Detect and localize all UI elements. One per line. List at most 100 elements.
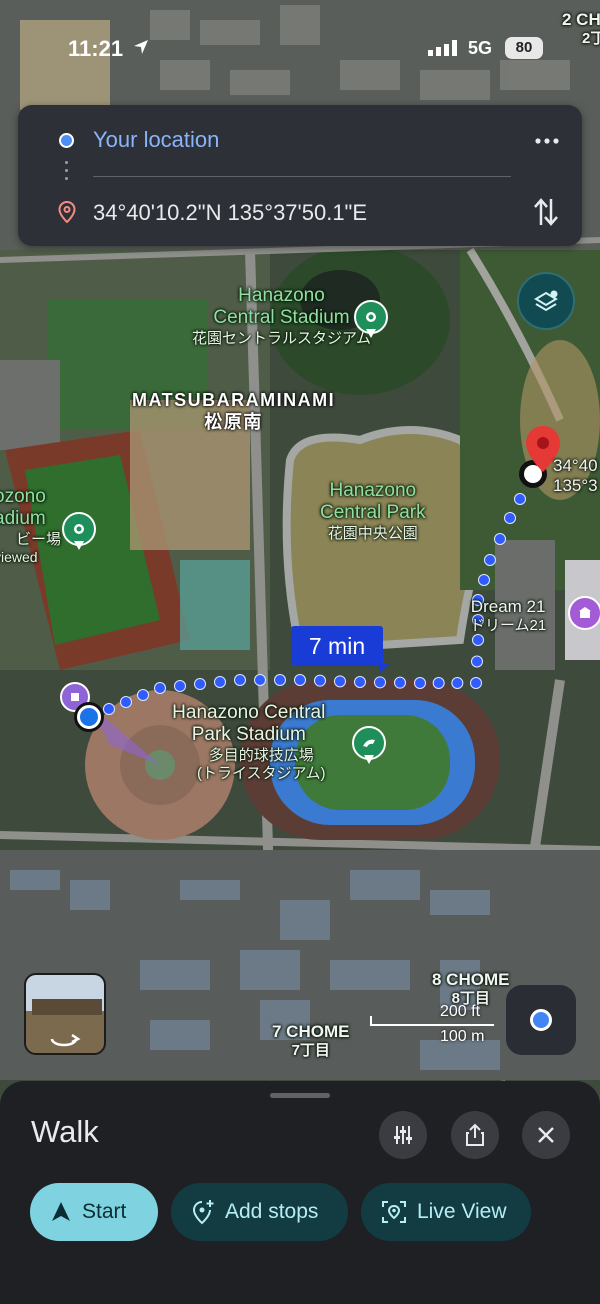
place-label-park-stadium[interactable]: Hanazono Central Park Stadium 多目的球技広場 (ト… — [172, 702, 326, 782]
route-dot — [354, 676, 366, 688]
map-scale: 200 ft 100 m — [370, 1000, 500, 1050]
origin-dot-icon — [59, 133, 74, 148]
route-dot — [471, 655, 483, 668]
route-dot — [274, 674, 286, 686]
place-name-jp: 花園セントラルスタジアム — [192, 329, 371, 347]
place-name-en: Dream 21 — [470, 597, 546, 616]
divider — [93, 176, 511, 177]
place-note-viewed: viewed — [0, 548, 38, 565]
route-dot — [394, 676, 406, 689]
layers-icon — [534, 290, 558, 312]
dest-lat: 34°40 — [553, 456, 598, 475]
close-icon — [538, 1127, 554, 1143]
live-view-icon — [382, 1201, 406, 1223]
place-name-en: Hanazono Central Park Stadium — [172, 702, 326, 746]
add-stops-button[interactable]: Add stops — [171, 1183, 348, 1241]
add-location-icon — [192, 1200, 214, 1225]
live-view-button[interactable]: Live View — [361, 1183, 531, 1241]
destination-field[interactable]: 34°40'10.2"N 135°37'50.1"E — [93, 200, 367, 226]
route-dot — [414, 677, 426, 689]
route-dot — [432, 677, 445, 689]
place-label-dream21[interactable]: Dream 21 ドリーム21 — [470, 597, 546, 635]
battery-level: 80 — [505, 37, 543, 59]
dest-lng: 135°3 — [553, 476, 598, 496]
route-dot — [154, 682, 166, 694]
travel-mode-title: Walk — [31, 1114, 99, 1149]
tune-icon — [394, 1126, 412, 1144]
district-label: MATSUBARAMINAMI 松原南 — [132, 390, 335, 433]
area-name-en: 8 CHOME — [432, 970, 510, 989]
place-name-jp: ドリーム21 — [470, 617, 547, 635]
place-label-rugby-stadium[interactable]: ozono adium ビー場 viewed — [0, 486, 61, 565]
route-dot — [103, 703, 115, 715]
route-dot — [470, 677, 482, 689]
route-dot — [514, 493, 526, 505]
route-dot — [137, 689, 149, 701]
start-label: Start — [82, 1200, 127, 1223]
place-label-central-stadium[interactable]: Hanazono Central Stadium 花園セントラルスタジアム — [192, 285, 371, 348]
current-location-dot — [77, 705, 101, 729]
destination-coords-label: 34°40 135°3 — [553, 456, 598, 496]
close-button[interactable] — [522, 1111, 570, 1159]
place-name-jp: 花園中央公園 — [327, 524, 418, 542]
status-bar: 11:21 5G 80 — [0, 0, 600, 90]
street-view-thumbnail[interactable] — [24, 973, 106, 1055]
signal-icon — [428, 40, 457, 56]
stadium-pin-icon[interactable] — [354, 300, 388, 338]
district-name-jp: 松原南 — [204, 411, 263, 432]
scale-meters: 100 m — [440, 1028, 485, 1045]
route-dot — [374, 676, 386, 689]
museum-pin-icon[interactable] — [568, 596, 600, 634]
my-location-button[interactable] — [506, 985, 576, 1055]
start-button[interactable]: Start — [30, 1183, 158, 1241]
route-dot — [334, 675, 346, 688]
route-dot — [504, 512, 516, 524]
swap-vertical-icon[interactable] — [532, 195, 560, 229]
directions-sheet: Walk Start Add stops Live View — [0, 1081, 600, 1304]
route-connector — [65, 161, 68, 185]
my-location-icon — [530, 1009, 552, 1031]
route-dot — [472, 634, 484, 646]
route-dot — [294, 674, 306, 686]
route-dot — [174, 680, 186, 692]
scale-feet: 200 ft — [440, 1003, 481, 1020]
walk-time-bubble[interactable]: 7 min — [291, 626, 389, 674]
route-dot — [314, 674, 326, 687]
drag-handle[interactable] — [270, 1093, 330, 1098]
share-button[interactable] — [451, 1111, 499, 1159]
route-dot — [494, 533, 506, 545]
route-dot — [254, 674, 266, 686]
live-view-label: Live View — [417, 1200, 507, 1223]
layers-button[interactable] — [517, 272, 575, 330]
area-label-7chome: 7 CHOME 7丁目 — [272, 1022, 349, 1060]
route-card: Your location 34°40'10.2"N 135°37'50.1"E — [18, 105, 582, 246]
place-name-jp: 多目的球技広場 (トライスタジアム) — [197, 746, 326, 782]
rugby-stadium-pin-icon[interactable] — [62, 512, 96, 550]
route-dot — [214, 676, 226, 688]
place-name-en: Hanazono Central Park — [320, 480, 426, 524]
status-time: 11:21 — [68, 36, 124, 61]
share-icon — [466, 1123, 484, 1146]
place-label-central-park[interactable]: Hanazono Central Park 花園中央公園 — [320, 480, 426, 543]
route-options-button[interactable] — [379, 1111, 427, 1159]
walk-time-text: 7 min — [308, 633, 366, 659]
route-dot — [478, 574, 490, 586]
more-options-icon[interactable] — [532, 129, 562, 153]
place-name-jp: ビー場 — [16, 530, 62, 548]
place-name-en: ozono adium — [0, 486, 46, 530]
location-arrow-icon — [134, 40, 148, 54]
destination-icon — [58, 201, 76, 223]
route-dot — [234, 674, 246, 686]
sports-pin-icon[interactable] — [352, 726, 386, 764]
area-name-en: 7 CHOME — [272, 1022, 350, 1041]
network-type: 5G — [468, 38, 493, 58]
district-name-en: MATSUBARAMINAMI — [132, 390, 336, 410]
navigation-arrow-icon — [52, 1202, 70, 1221]
route-dot — [484, 554, 496, 566]
route-dot — [451, 677, 464, 689]
origin-field[interactable]: Your location — [93, 127, 219, 153]
place-name-en: Hanazono Central Stadium — [213, 285, 350, 329]
route-dot — [194, 678, 206, 690]
area-name-jp: 7丁目 — [291, 1042, 330, 1060]
route-dot — [120, 696, 132, 708]
